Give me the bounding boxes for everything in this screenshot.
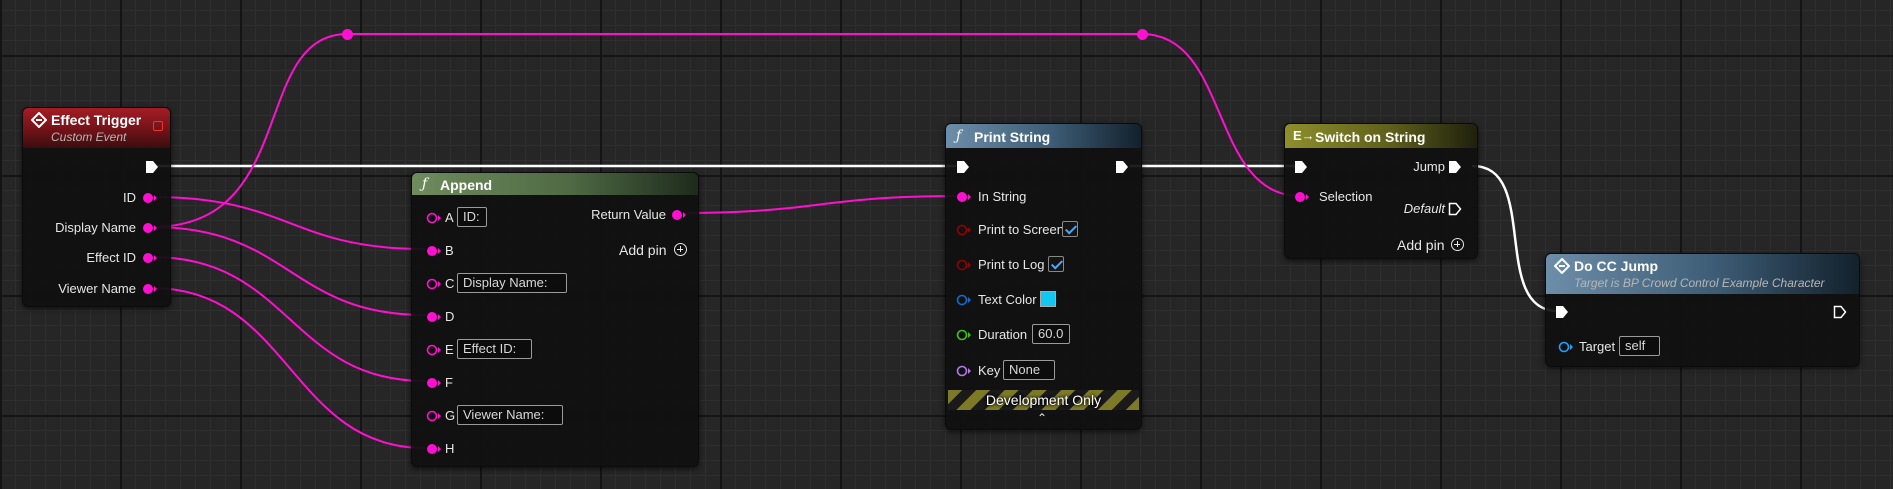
reroute-knot-right[interactable]	[1137, 29, 1148, 40]
pin-label-g: G	[445, 408, 456, 423]
pin-label-target: Target	[1579, 339, 1616, 354]
exec-out-pin[interactable]	[1115, 160, 1129, 174]
string-out-pin-viewer-name[interactable]	[142, 283, 158, 295]
wire-displayname-to-d	[151, 226, 426, 316]
exec-out-pin-jump[interactable]	[1448, 160, 1462, 174]
append-input-g[interactable]: Viewer Name:	[457, 405, 563, 425]
pin-label-display-name: Display Name	[55, 220, 136, 235]
duration-input[interactable]: 60.0	[1032, 324, 1070, 344]
effect-trigger-node[interactable]: Effect Trigger Custom Event ID Display N…	[22, 107, 171, 307]
pin-label-key: Key	[978, 363, 1001, 378]
node-title: Print String	[974, 129, 1051, 145]
function-icon: ƒ	[422, 176, 428, 192]
string-in-pin-f[interactable]	[426, 377, 442, 389]
key-input[interactable]: None	[1003, 360, 1055, 380]
string-in-pin-b[interactable]	[426, 245, 442, 257]
reroute-knot-left[interactable]	[342, 29, 353, 40]
wire-id-to-b	[151, 196, 426, 250]
exec-out-pin[interactable]	[145, 160, 159, 174]
add-pin-button[interactable]: Add pin	[619, 242, 666, 258]
pin-label-print-to-log: Print to Log	[978, 257, 1045, 272]
string-out-pin-return-value[interactable]	[671, 209, 687, 221]
pin-label-effect-id: Effect ID	[86, 250, 136, 265]
development-only-label: Development Only	[985, 392, 1102, 408]
pin-label-h: H	[445, 441, 455, 456]
struct-in-pin-text-color[interactable]	[956, 294, 972, 306]
exec-in-pin[interactable]	[1294, 160, 1308, 174]
pin-label-viewer-name: Viewer Name	[58, 281, 136, 296]
pin-label-c: C	[445, 276, 455, 291]
pin-label-d: D	[445, 309, 455, 324]
append-input-c[interactable]: Display Name:	[457, 273, 567, 293]
object-in-pin-target[interactable]	[1558, 341, 1574, 353]
string-in-pin-e[interactable]	[426, 344, 442, 356]
pin-label-return-value: Return Value	[591, 207, 666, 222]
pin-label-a: A	[445, 210, 454, 225]
exec-in-pin[interactable]	[956, 160, 970, 174]
add-pin-button[interactable]: Add pin	[1397, 237, 1444, 253]
string-in-pin-c[interactable]	[426, 278, 442, 290]
pin-label-jump: Jump	[1413, 159, 1445, 174]
pin-label-in-string: In String	[978, 189, 1027, 204]
pin-label-b: B	[445, 243, 454, 258]
append-node[interactable]: ƒ Append A ID: B C Display Name: D E Eff…	[411, 172, 699, 467]
string-out-pin-display-name[interactable]	[142, 222, 158, 234]
pin-label-text-color: Text Color	[978, 292, 1037, 307]
string-in-pin-d[interactable]	[426, 311, 442, 323]
key-in-pin[interactable]	[956, 365, 972, 377]
function-icon: ƒ	[956, 128, 962, 144]
event-diamond-icon	[31, 112, 47, 128]
append-input-e[interactable]: Effect ID:	[457, 339, 532, 359]
pin-label-default: Default	[1403, 201, 1445, 216]
add-pin-label: Add pin	[619, 242, 667, 258]
target-input[interactable]: self	[1619, 336, 1660, 356]
switch-on-string-node[interactable]: E→ Switch on String Selection Jump Defau…	[1284, 123, 1478, 259]
print-to-log-checkbox[interactable]	[1048, 256, 1064, 272]
node-subtitle: Target is BP Crowd Control Example Chara…	[1574, 276, 1825, 290]
exec-out-pin[interactable]	[1833, 305, 1847, 319]
do-cc-jump-node[interactable]: Do CC Jump Target is BP Crowd Control Ex…	[1545, 253, 1860, 367]
float-in-pin-duration[interactable]	[956, 329, 972, 341]
node-subtitle: Custom Event	[51, 130, 127, 144]
text-color-swatch[interactable]	[1040, 291, 1056, 307]
exec-out-pin-default[interactable]	[1448, 202, 1462, 216]
string-in-pin-selection[interactable]	[1294, 191, 1310, 203]
pin-label-print-to-screen: Print to Screen	[978, 222, 1064, 237]
string-in-pin-h[interactable]	[426, 443, 442, 455]
function-icon	[1554, 258, 1570, 274]
bool-in-pin-print-to-log[interactable]	[956, 259, 972, 271]
node-title: Switch on String	[1315, 129, 1426, 145]
pin-label-id: ID	[123, 190, 136, 205]
plus-circle-icon[interactable]	[674, 243, 687, 256]
append-input-a[interactable]: ID:	[457, 207, 487, 227]
pin-label-f: F	[445, 375, 453, 390]
string-in-pin-a[interactable]	[426, 212, 442, 224]
string-out-pin-id[interactable]	[142, 192, 158, 204]
chevron-up-icon[interactable]: ⌃	[1037, 411, 1047, 425]
pin-label-duration: Duration	[978, 327, 1028, 342]
wire-effectid-to-f	[151, 256, 426, 382]
add-pin-label: Add pin	[1397, 237, 1445, 253]
wire-return-to-instring	[679, 195, 959, 214]
node-title: Append	[440, 177, 493, 193]
print-string-node[interactable]: ƒ Print String In String Print to Screen…	[945, 123, 1142, 430]
string-in-pin-g[interactable]	[426, 410, 442, 422]
string-in-pin-in-string[interactable]	[956, 191, 972, 203]
plus-circle-icon[interactable]	[1451, 238, 1464, 251]
node-title: Effect Trigger	[51, 112, 142, 128]
exec-in-pin[interactable]	[1555, 305, 1569, 319]
pin-label-e: E	[445, 342, 454, 357]
delegate-pin[interactable]	[153, 121, 163, 131]
bool-in-pin-print-to-screen[interactable]	[956, 224, 972, 236]
pin-label-selection: Selection	[1319, 189, 1373, 204]
switch-icon: E→	[1293, 128, 1315, 143]
print-to-screen-checkbox[interactable]	[1062, 221, 1078, 237]
string-out-pin-effect-id[interactable]	[142, 252, 158, 264]
node-title: Do CC Jump	[1574, 258, 1658, 274]
